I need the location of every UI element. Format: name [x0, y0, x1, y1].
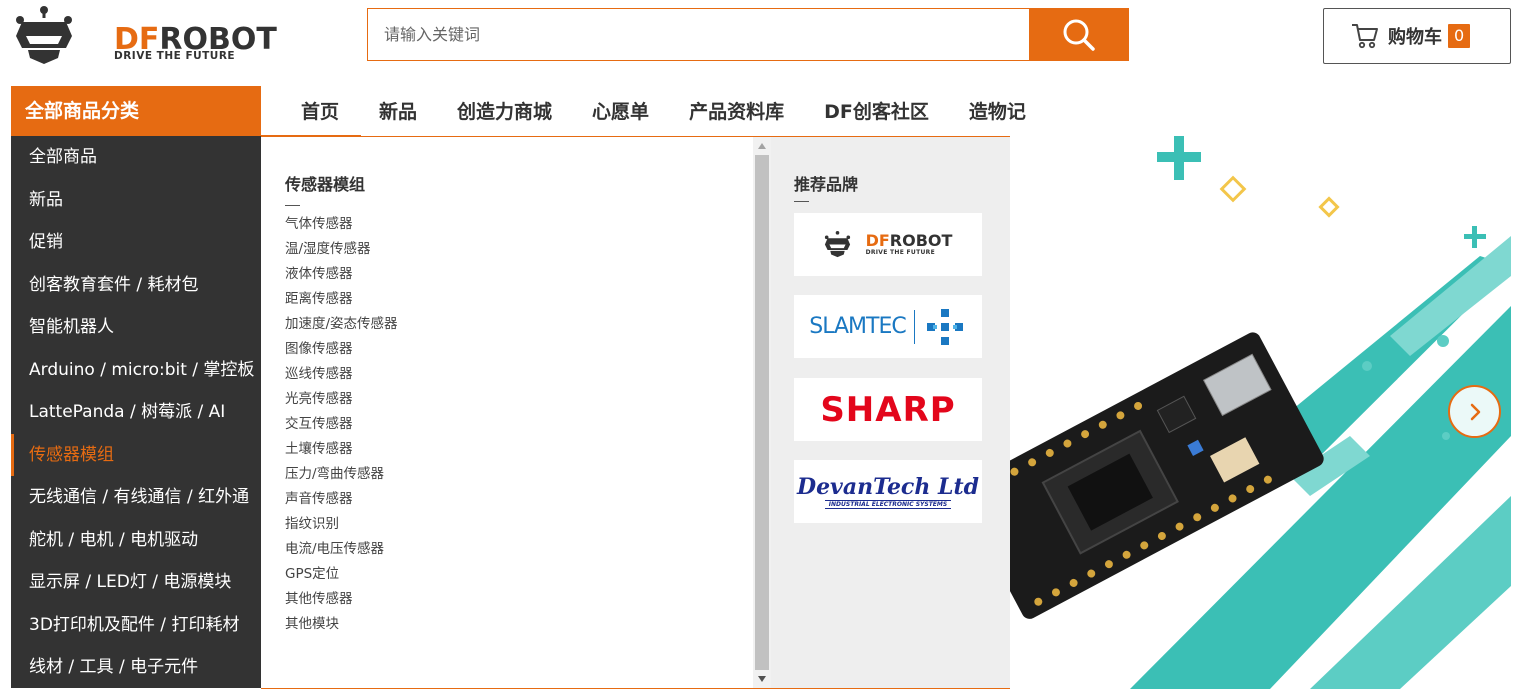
subcategory-link[interactable]: 液体传感器: [285, 262, 745, 287]
scroll-down-arrow[interactable]: [753, 670, 771, 688]
subcategory-column: 传感器模组 气体传感器 温/湿度传感器 液体传感器 距离传感器 加速度/姿态传感…: [285, 171, 745, 637]
slamtec-cross-logo: [926, 308, 963, 345]
subcategory-link[interactable]: 声音传感器: [285, 487, 745, 512]
subcategory-link[interactable]: 距离传感器: [285, 287, 745, 312]
brand-separator: [913, 309, 915, 344]
subcategory-title: 传感器模组: [285, 175, 366, 194]
nav-item-home[interactable]: 首页: [261, 86, 359, 136]
nav-item-df-community[interactable]: DF创客社区: [804, 86, 949, 136]
sidebar-item-arduino[interactable]: Arduino / micro:bit / 掌控板: [11, 349, 261, 392]
recommended-brands: 推荐品牌 DFROBOT DRIVE THE FUTURE SLAMTEC SH…: [771, 137, 1010, 688]
search-icon: [1063, 19, 1095, 51]
sidebar-item-new[interactable]: 新品: [11, 179, 261, 222]
search-input[interactable]: [368, 9, 1029, 60]
sidebar-item-motors[interactable]: 舵机 / 电机 / 电机驱动: [11, 519, 261, 562]
banner-arduino-board-image: [1010, 136, 1511, 689]
cart-label: 购物车: [1388, 27, 1442, 48]
brands-divider: [794, 201, 809, 202]
nav-item-product-library[interactable]: 产品资料库: [669, 86, 804, 136]
sidebar-item-lattepanda[interactable]: LattePanda / 树莓派 / AI: [11, 391, 261, 434]
nav-item-creativity-mall[interactable]: 创造力商城: [437, 86, 572, 136]
main-nav: 首页 新品 创造力商城 心愿单 产品资料库 DF创客社区 造物记: [261, 86, 1046, 136]
banner-next-button[interactable]: [1448, 385, 1501, 438]
nav-item-new[interactable]: 新品: [359, 86, 437, 136]
cart-button[interactable]: 购物车 0: [1323, 8, 1511, 64]
hero-banner[interactable]: [1010, 136, 1511, 689]
subcategory-link[interactable]: 温/湿度传感器: [285, 237, 745, 262]
subcategory-link[interactable]: 气体传感器: [285, 212, 745, 237]
sidebar-item-cables-tools[interactable]: 线材 / 工具 / 电子元件: [11, 646, 261, 688]
brand-slamtec[interactable]: SLAMTEC: [794, 295, 982, 358]
subcategory-link[interactable]: 土壤传感器: [285, 437, 745, 462]
subcategory-link[interactable]: 交互传感器: [285, 412, 745, 437]
sidebar-item-promotion[interactable]: 促销: [11, 221, 261, 264]
subcategory-link[interactable]: 其他模块: [285, 612, 745, 637]
sidebar-item-all-products[interactable]: 全部商品: [11, 136, 261, 179]
logo-tagline: DRIVE THE FUTURE: [114, 50, 236, 62]
brand-dfrobot[interactable]: DFROBOT DRIVE THE FUTURE: [794, 213, 982, 276]
all-categories-header[interactable]: 全部商品分类: [11, 86, 261, 136]
sidebar-item-sensors[interactable]: 传感器模组: [11, 433, 261, 476]
subcategory-link[interactable]: 压力/弯曲传感器: [285, 462, 745, 487]
sidebar-item-3d-printing[interactable]: 3D打印机及配件 / 打印耗材: [11, 604, 261, 647]
chevron-right-icon: [1470, 403, 1480, 420]
subcategory-link[interactable]: 电流/电压传感器: [285, 537, 745, 562]
subcategory-link[interactable]: 加速度/姿态传感器: [285, 312, 745, 337]
nav-item-wishlist[interactable]: 心愿单: [572, 86, 669, 136]
subcategory-link[interactable]: GPS定位: [285, 562, 745, 587]
sharp-brand-text: SHARP: [820, 389, 956, 430]
brand-devantech[interactable]: DevanTech Ltd INDUSTRIAL ELECTRONIC SYST…: [794, 460, 982, 523]
dfrobot-brand-text: DFROBOT DRIVE THE FUTURE: [865, 231, 953, 257]
dfrobot-logo[interactable]: DFROBOT DRIVE THE FUTURE: [14, 4, 284, 70]
title-divider: [285, 205, 300, 206]
brand-sharp[interactable]: SHARP: [794, 378, 982, 441]
search-box: [367, 8, 1030, 61]
subcategory-link[interactable]: 光亮传感器: [285, 387, 745, 412]
robot-head-icon: [16, 6, 72, 64]
subcategory-link[interactable]: 指纹识别: [285, 512, 745, 537]
slamtec-brand-text: SLAMTEC: [809, 314, 906, 339]
brands-title: 推荐品牌: [794, 175, 859, 194]
sensor-mega-menu: 传感器模组 气体传感器 温/湿度传感器 液体传感器 距离传感器 加速度/姿态传感…: [261, 136, 1011, 689]
subcategory-link[interactable]: 图像传感器: [285, 337, 745, 362]
category-sidebar: 全部商品 新品 促销 创客教育套件 / 耗材包 智能机器人 Arduino / …: [11, 136, 261, 688]
caret-up-icon: [758, 143, 766, 149]
search-button[interactable]: [1029, 8, 1129, 61]
sidebar-item-robots[interactable]: 智能机器人: [11, 306, 261, 349]
subcategory-link[interactable]: 其他传感器: [285, 587, 745, 612]
sidebar-item-displays[interactable]: 显示屏 / LED灯 / 电源模块: [11, 561, 261, 604]
cart-count-badge: 0: [1448, 24, 1471, 48]
subcategory-link[interactable]: 巡线传感器: [285, 362, 745, 387]
dfrobot-brand-logo: [824, 230, 850, 257]
sidebar-item-communication[interactable]: 无线通信 / 有线通信 / 红外通: [11, 476, 261, 519]
caret-down-icon: [758, 676, 766, 682]
site-header: DFROBOT DRIVE THE FUTURE 购物车 0: [0, 0, 1519, 86]
cart-icon: [1352, 24, 1378, 49]
devantech-brand-text: DevanTech Ltd: [796, 474, 979, 500]
scroll-up-arrow[interactable]: [753, 137, 771, 155]
nav-item-makelog[interactable]: 造物记: [949, 86, 1046, 136]
scroll-thumb[interactable]: [755, 155, 769, 670]
mega-menu-scrollbar[interactable]: [753, 137, 771, 688]
sidebar-item-education-kits[interactable]: 创客教育套件 / 耗材包: [11, 264, 261, 307]
devantech-brand-tagline: INDUSTRIAL ELECTRONIC SYSTEMS: [824, 500, 952, 509]
